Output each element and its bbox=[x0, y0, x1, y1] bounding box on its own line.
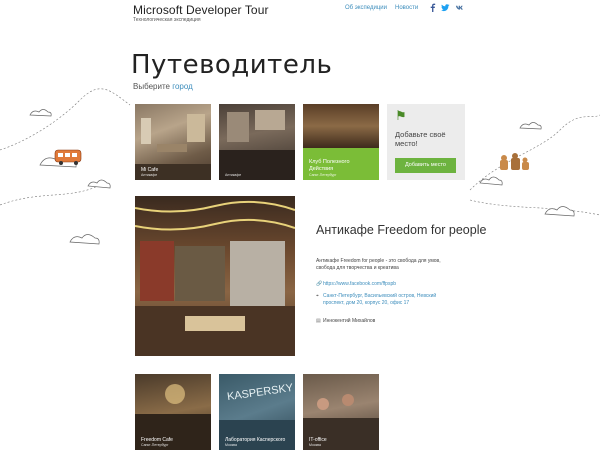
person-icon: ▤ bbox=[316, 318, 321, 324]
brand[interactable]: Microsoft Developer Tour Технологическая… bbox=[133, 3, 269, 23]
tile-subtitle: Москва bbox=[225, 443, 237, 447]
place-tile[interactable]: IT-office Москва bbox=[303, 374, 379, 450]
feature-description: Антикафе Freedom for people - это свобод… bbox=[316, 258, 441, 271]
feature-title: Антикафе Freedom for people bbox=[316, 223, 487, 237]
svg-text:KASPERSKY: KASPERSKY bbox=[226, 382, 294, 403]
city-link[interactable]: город bbox=[172, 82, 193, 91]
place-photo bbox=[303, 104, 379, 148]
page-title: Путеводитель bbox=[131, 50, 333, 81]
brand-title: Microsoft Developer Tour bbox=[133, 3, 269, 17]
nav-news-link[interactable]: Новости bbox=[395, 5, 418, 11]
place-tile-selected[interactable]: Клуб Полезного Действия Санкт-Петербург bbox=[303, 104, 379, 180]
tile-caption: Mi Cafe Антикафе bbox=[141, 167, 207, 177]
choose-label: Выберите bbox=[133, 82, 173, 91]
feature-person: Иннокентий Михайлов bbox=[323, 318, 376, 324]
add-place-text: Добавьте своё место! bbox=[395, 130, 446, 148]
feature-person-row: ▤ Иннокентий Михайлов bbox=[316, 318, 441, 325]
feature-address-row[interactable]: ⌖ Санкт-Петербург, Васильевский остров, Н… bbox=[316, 293, 441, 306]
vk-icon[interactable] bbox=[455, 3, 464, 12]
feature-link-row[interactable]: 🔗https://www.facebook.com/ffpspb bbox=[316, 281, 441, 288]
add-place-card: ⚑ Добавьте своё место! Добавить место bbox=[387, 104, 465, 180]
tile-subtitle: Санкт-Петербург bbox=[309, 173, 337, 177]
tile-caption: IT-office Москва bbox=[309, 437, 375, 447]
place-tile[interactable]: Freedom Cafe Санкт-Петербург bbox=[135, 374, 211, 450]
facebook-icon[interactable] bbox=[428, 3, 437, 12]
feature-photo-art bbox=[135, 200, 295, 356]
animals-doodle bbox=[500, 153, 529, 170]
feature-photo bbox=[135, 196, 295, 356]
tile-caption: Антикафе bbox=[225, 173, 291, 177]
place-photo bbox=[219, 110, 295, 180]
flag-icon: ⚑ bbox=[395, 108, 407, 123]
tile-subtitle: Антикафе bbox=[225, 173, 242, 177]
add-place-button[interactable]: Добавить место bbox=[395, 158, 456, 173]
place-tile[interactable]: Mi Cafe Антикафе bbox=[135, 104, 211, 180]
tile-title: Клуб Полезного Действия bbox=[309, 159, 350, 172]
brand-subtitle: Технологическая экспедиция bbox=[133, 17, 201, 23]
location-icon: ⌖ bbox=[316, 293, 319, 299]
tile-subtitle: Антикафе bbox=[141, 173, 158, 177]
place-tile[interactable]: Антикафе bbox=[219, 104, 295, 180]
place-tile[interactable]: KASPERSKY Лаборатория Касперского Москва bbox=[219, 374, 295, 450]
tile-caption: Клуб Полезного Действия Санкт-Петербург bbox=[309, 159, 375, 177]
feature-link[interactable]: https://www.facebook.com/ffpspb bbox=[323, 281, 441, 288]
tile-caption: Лаборатория Касперского Москва bbox=[225, 437, 291, 447]
nav-about-link[interactable]: Об экспедиции bbox=[345, 5, 387, 11]
tile-subtitle: Москва bbox=[309, 443, 321, 447]
tile-caption: Freedom Cafe Санкт-Петербург bbox=[141, 437, 207, 447]
twitter-icon[interactable] bbox=[441, 3, 450, 12]
feature-address[interactable]: Санкт-Петербург, Васильевский остров, Не… bbox=[323, 293, 441, 306]
link-icon: 🔗 bbox=[316, 281, 323, 287]
page: Microsoft Developer Tour Технологическая… bbox=[0, 0, 600, 461]
tile-subtitle: Санкт-Петербург bbox=[141, 443, 169, 447]
city-chooser: Выберите город bbox=[133, 82, 193, 91]
